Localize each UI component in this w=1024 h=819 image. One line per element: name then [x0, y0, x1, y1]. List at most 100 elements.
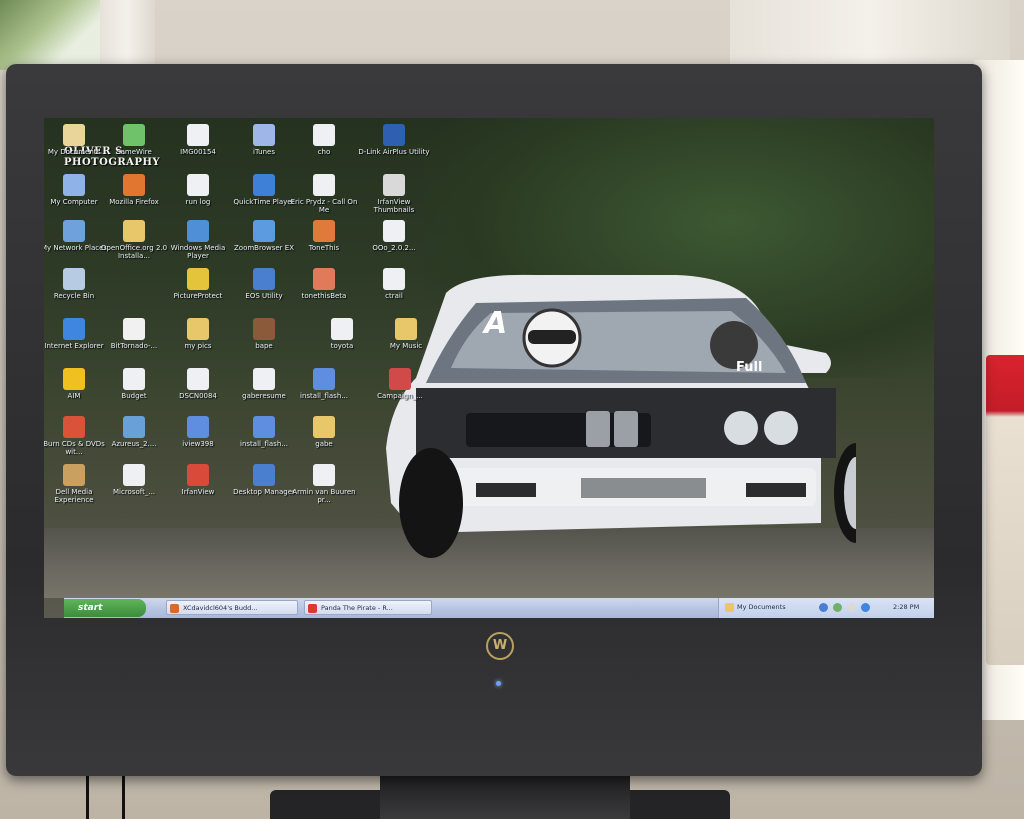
shortcut-icon: [63, 268, 85, 290]
network-icon[interactable]: [819, 603, 828, 612]
desktop-icon-label: Recycle Bin: [53, 292, 95, 300]
watermark-line: PHOTOGRAPHY: [64, 157, 161, 168]
shortcut-icon: [63, 220, 85, 242]
shortcut-icon: [253, 220, 275, 242]
shortcut-icon: [187, 464, 209, 486]
shortcut-icon: [383, 174, 405, 196]
screen: A Full OLIVER S. PHOTOGRAPHY My Document…: [44, 118, 934, 618]
desktop-icon[interactable]: iview398: [162, 416, 234, 448]
desktop-icon-label: iview398: [182, 440, 214, 448]
desktop-icon-label: IrfanView: [181, 488, 215, 496]
desktop-icon[interactable]: DSCN0084: [162, 368, 234, 400]
desktop-icon[interactable]: Armin van Buuren pr...: [288, 464, 360, 504]
update-icon[interactable]: [861, 603, 870, 612]
shortcut-icon: [253, 124, 275, 146]
desktop-icon[interactable]: Mozilla Firefox: [98, 174, 170, 206]
curtain: [100, 0, 155, 70]
shortcut-icon: [313, 464, 335, 486]
tray-toolbar-label[interactable]: My Documents: [737, 603, 786, 611]
desktop-icon-label: PictureProtect: [173, 292, 223, 300]
desktop-icon-label: install_flash...: [300, 392, 348, 400]
desktop-icon[interactable]: cho: [288, 124, 360, 156]
folder-icon: [725, 603, 734, 612]
desktop-icon-label: ctrail: [385, 292, 403, 300]
desktop-icon[interactable]: PictureProtect: [162, 268, 234, 300]
shortcut-icon: [187, 368, 209, 390]
shortcut-icon: [123, 124, 145, 146]
desktop-icon[interactable]: tonethisBeta: [288, 268, 360, 300]
desktop-icon-label: Eric Prydz - Call On Me: [290, 198, 358, 214]
shortcut-icon: [123, 220, 145, 242]
taskbar-button[interactable]: XCdavidcl604's Budd...: [166, 600, 298, 615]
shortcut-icon: [123, 174, 145, 196]
desktop-icon[interactable]: ctrail: [358, 268, 430, 300]
brand-logo: W: [486, 632, 514, 660]
start-button[interactable]: start: [64, 599, 146, 617]
desktop-icon[interactable]: OOo_2.0.2...: [358, 220, 430, 252]
desktop-icon[interactable]: Recycle Bin: [44, 268, 110, 300]
cable: [86, 776, 89, 819]
desktop-icon[interactable]: IrfanView Thumbnails: [358, 174, 430, 214]
desktop-icon-label: my pics: [184, 342, 212, 350]
desktop-icon-label: cho: [317, 148, 331, 156]
desktop-icon[interactable]: my pics: [162, 318, 234, 350]
shortcut-icon: [187, 268, 209, 290]
desktop-icon[interactable]: install_flash...: [288, 368, 360, 400]
shortcut-icon: [253, 368, 275, 390]
desktop-icon[interactable]: Azureus_2....: [98, 416, 170, 448]
security-icon[interactable]: [833, 603, 842, 612]
desktop-icon[interactable]: OpenOffice.org 2.0 Installa...: [98, 220, 170, 260]
desktop-icon-label: Azureus_2....: [111, 440, 157, 448]
desktop-icon-label: SameWire: [116, 148, 152, 156]
taskbar-button-label: Panda The Pirate - R...: [321, 604, 393, 612]
clock[interactable]: 2:28 PM: [893, 603, 919, 611]
start-label: start: [78, 603, 103, 613]
desktop-icon[interactable]: toyota: [306, 318, 378, 350]
shortcut-icon: [313, 368, 335, 390]
shortcut-icon: [253, 268, 275, 290]
shortcut-icon: [313, 174, 335, 196]
desktop-icon[interactable]: My Music: [370, 318, 442, 350]
shortcut-icon: [63, 124, 85, 146]
shortcut-icon: [389, 368, 411, 390]
desktop-icon[interactable]: Windows Media Player: [162, 220, 234, 260]
desktop-icon-label: Armin van Buuren pr...: [292, 488, 356, 504]
desktop-icon[interactable]: IMG00154: [162, 124, 234, 156]
desktop-icon[interactable]: Eric Prydz - Call On Me: [288, 174, 360, 214]
desktop-icon[interactable]: bape: [228, 318, 300, 350]
red-canister: [986, 355, 1024, 665]
shortcut-icon: [123, 318, 145, 340]
shortcut-icon: [123, 416, 145, 438]
shortcut-icon: [63, 416, 85, 438]
shortcut-icon: [383, 268, 405, 290]
desktop-icon[interactable]: D-Link AirPlus Utility: [358, 124, 430, 156]
buddy-list-icon: [170, 604, 179, 613]
desktop-icon[interactable]: Microsoft_...: [98, 464, 170, 496]
power-led: [496, 681, 501, 686]
shortcut-icon: [383, 124, 405, 146]
volume-icon[interactable]: [847, 603, 856, 612]
shortcut-icon: [253, 464, 275, 486]
desktop-icon-label: run log: [185, 198, 211, 206]
desktop-icon[interactable]: gabe: [288, 416, 360, 448]
desktop-icon[interactable]: Campaign_...: [364, 368, 436, 400]
desktop-icon[interactable]: IrfanView: [162, 464, 234, 496]
desktop-icon-label: Campaign_...: [377, 392, 423, 400]
shortcut-icon: [383, 220, 405, 242]
desktop-icon-label: My Music: [389, 342, 423, 350]
shortcut-icon: [313, 416, 335, 438]
desktop-icon-label: OOo_2.0.2...: [372, 244, 416, 252]
desktop-icon[interactable]: run log: [162, 174, 234, 206]
shortcut-icon: [253, 174, 275, 196]
taskbar-button[interactable]: Panda The Pirate - R...: [304, 600, 432, 615]
shortcut-icon: [253, 318, 275, 340]
desktop-icon-label: tonethisBeta: [301, 292, 347, 300]
desktop-icon-label: Windows Media Player: [170, 244, 226, 260]
desktop-icon-label: IMG00154: [180, 148, 216, 156]
desktop-icon[interactable]: ToneThis: [288, 220, 360, 252]
desktop-icon[interactable]: SameWire: [98, 124, 170, 156]
desktop-icon[interactable]: Budget: [98, 368, 170, 400]
desktop-icon-label: Budget: [121, 392, 147, 400]
monitor-stand: [380, 774, 630, 819]
desktop-icon[interactable]: BitTornado-...: [98, 318, 170, 350]
